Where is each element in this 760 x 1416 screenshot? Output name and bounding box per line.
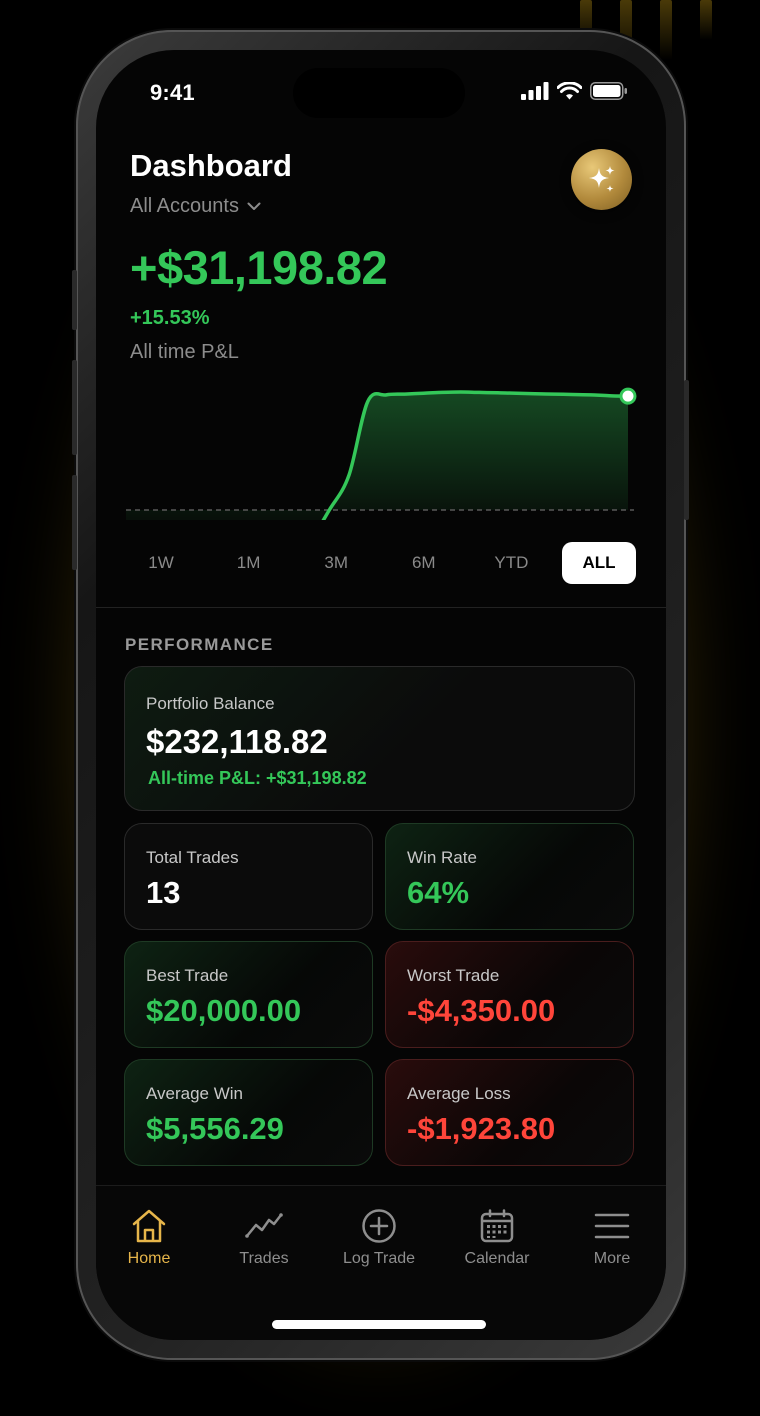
side-button [72,270,77,330]
account-selector-label: All Accounts [130,195,239,217]
status-icons [521,82,628,100]
side-button [72,360,77,455]
range-tab-3m[interactable]: 3M [299,542,373,584]
total-trades-value: 13 [146,875,181,910]
average-win-value: $5,556.29 [146,1111,284,1146]
side-button [684,380,689,520]
trend-line-icon [245,1213,283,1238]
home-icon [132,1209,166,1243]
calendar-icon [480,1209,514,1243]
portfolio-balance-value: $232,118.82 [146,723,328,760]
tab-log-trade[interactable]: Log Trade [324,1208,434,1268]
best-trade-value: $20,000.00 [146,993,302,1028]
battery-icon [590,82,627,100]
tab-calendar[interactable]: Calendar [442,1208,552,1268]
worst-trade-value: -$4,350.00 [407,993,556,1028]
range-tab-1m[interactable]: 1M [212,542,286,584]
card-label: Win Rate [407,848,477,867]
plus-circle-icon [362,1209,396,1243]
range-tab-ytd[interactable]: YTD [474,542,548,584]
average-loss-card[interactable]: Average Loss -$1,923.80 [385,1059,634,1166]
app-screen: 9:41 Dashboard All Accounts +$31,198.82 … [96,50,666,1340]
pnl-chart[interactable] [124,330,644,520]
win-rate-value: 64% [407,875,470,910]
range-tab-all[interactable]: ALL [561,542,636,584]
average-loss-value: -$1,923.80 [407,1111,556,1146]
pnl-amount: +$31,198.82 [130,241,388,294]
card-label: Average Win [146,1084,244,1103]
tab-home[interactable]: Home [96,1208,204,1268]
tab-label: More [593,1250,631,1267]
tab-more[interactable]: More [557,1208,666,1268]
tab-label: Home [127,1250,171,1267]
worst-trade-card[interactable]: Worst Trade -$4,350.00 [385,941,634,1048]
card-label: Worst Trade [407,966,500,985]
tab-label: Trades [239,1250,289,1267]
total-trades-card[interactable]: Total Trades 13 [124,823,373,930]
status-time: 9:41 [150,80,195,105]
range-tabs: 1W 1M 3M 6M YTD ALL [124,542,636,584]
portfolio-balance-card[interactable]: Portfolio Balance $232,118.82 All-time P… [124,666,635,811]
range-tab-6m[interactable]: 6M [387,542,461,584]
best-trade-card[interactable]: Best Trade $20,000.00 [124,941,373,1048]
tab-bar: Home Trades Log Trade Calendar More [96,1185,666,1340]
cellular-signal-icon [521,82,549,100]
ai-insights-button[interactable] [571,149,632,210]
tab-trades[interactable]: Trades [209,1208,319,1268]
pnl-current-point [619,387,637,405]
section-label-performance: PERFORMANCE [125,635,274,654]
dynamic-island [293,68,465,118]
pnl-area-fill [126,392,628,520]
win-rate-card[interactable]: Win Rate 64% [385,823,634,930]
card-label: Portfolio Balance [146,694,275,713]
chevron-down-icon [247,202,261,210]
all-time-pnl-value: All-time P&L: +$31,198.82 [148,768,367,788]
tab-label: Calendar [464,1250,530,1267]
range-tab-1w[interactable]: 1W [124,542,198,584]
divider [96,607,666,608]
average-win-card[interactable]: Average Win $5,556.29 [124,1059,373,1166]
pnl-percent: +15.53% [130,307,210,329]
tab-label: Log Trade [342,1250,416,1267]
home-indicator [272,1320,486,1329]
card-label: Average Loss [407,1084,511,1103]
side-button [72,475,77,570]
card-label: Best Trade [146,966,229,985]
wifi-icon [557,82,582,100]
account-selector[interactable]: All Accounts [130,195,261,218]
card-label: Total Trades [146,848,239,867]
page-title: Dashboard [130,148,292,183]
sparkles-icon [588,165,614,192]
menu-icon [594,1213,630,1239]
